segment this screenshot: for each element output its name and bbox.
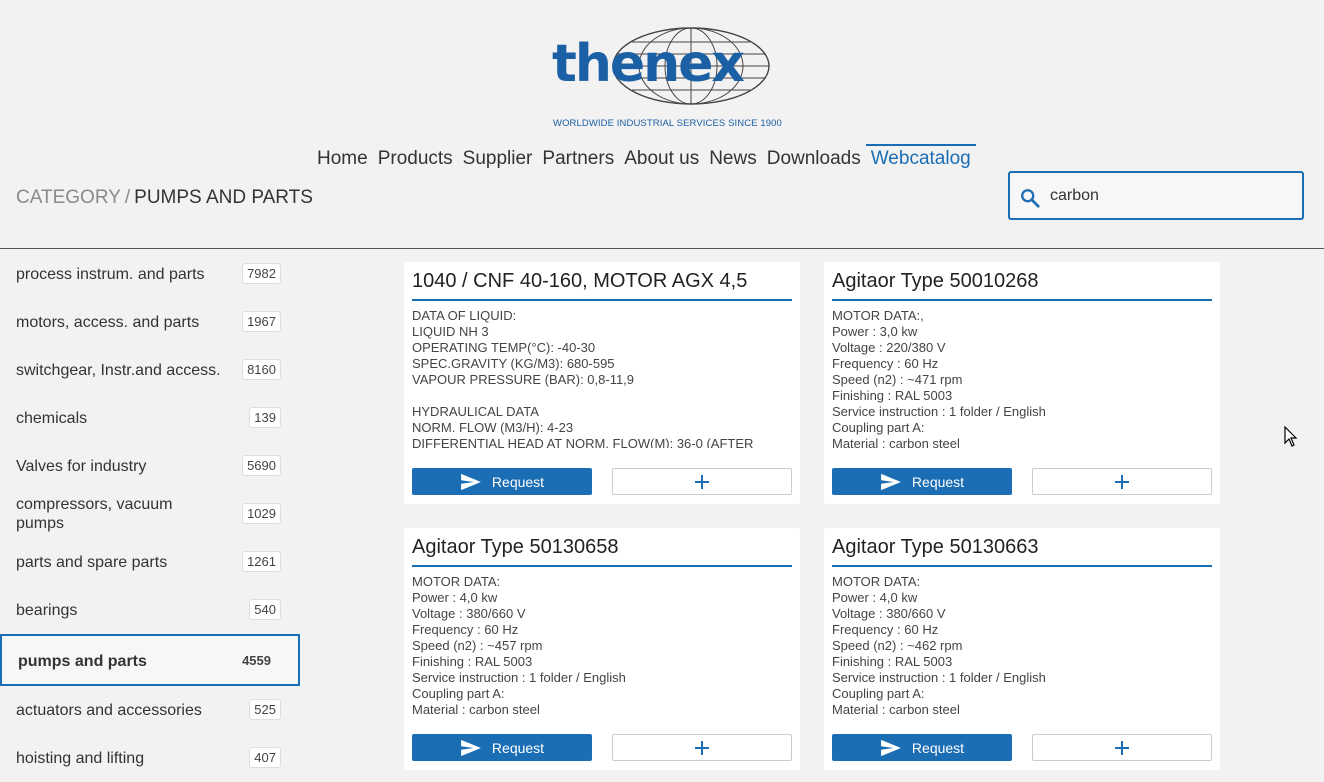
product-card: Agitaor Type 50130663 MOTOR DATA: Power … xyxy=(824,528,1220,770)
category-label: chemicals xyxy=(16,410,88,427)
category-label: switchgear, Instr.and access. xyxy=(16,362,221,379)
request-button[interactable]: Request xyxy=(412,468,592,495)
request-button[interactable]: Request xyxy=(412,734,592,761)
category-count-badge: 1029 xyxy=(242,503,281,524)
search-box xyxy=(1008,171,1304,220)
category-label: compressors, vacuum pumps xyxy=(16,496,173,532)
add-icon[interactable] xyxy=(612,468,792,495)
logo-tagline: WORLDWIDE INDUSTRIAL SERVICES SINCE 1900 xyxy=(553,118,782,129)
request-label: Request xyxy=(911,473,965,490)
product-card: Agitaor Type 50130658 MOTOR DATA: Power … xyxy=(404,528,800,770)
send-icon xyxy=(881,473,901,490)
nav-downloads[interactable]: Downloads xyxy=(762,146,866,175)
category-item[interactable]: motors, access. and parts 1967 xyxy=(0,298,300,346)
header-divider xyxy=(0,248,1324,249)
category-count-badge: 540 xyxy=(249,599,281,620)
product-description: DATA OF LIQUID: LIQUID NH 3 OPERATING TE… xyxy=(412,308,754,448)
breadcrumb-current: PUMPS AND PARTS xyxy=(134,187,313,208)
nav-home[interactable]: Home xyxy=(312,146,373,175)
nav-webcatalog[interactable]: Webcatalog xyxy=(865,144,976,175)
product-card: 1040 / CNF 40-160, MOTOR AGX 4,5 DATA OF… xyxy=(404,262,800,504)
category-item[interactable]: Valves for industry 5690 xyxy=(0,442,300,490)
breadcrumb-root[interactable]: CATEGORY xyxy=(16,187,121,208)
product-title[interactable]: 1040 / CNF 40-160, MOTOR AGX 4,5 xyxy=(412,270,792,301)
send-icon xyxy=(461,473,481,490)
category-item[interactable]: hoisting and lifting 407 xyxy=(0,734,300,782)
add-icon[interactable] xyxy=(1032,468,1212,495)
category-item[interactable]: switchgear, Instr.and access. 8160 xyxy=(0,346,300,394)
category-label: motors, access. and parts xyxy=(16,314,200,331)
category-item[interactable]: compressors, vacuum pumps 1029 xyxy=(0,490,300,538)
product-description: MOTOR DATA:, Power : 3,0 kw Voltage : 22… xyxy=(832,308,1046,448)
product-title[interactable]: Agitaor Type 50130658 xyxy=(412,536,792,567)
send-icon xyxy=(461,739,481,756)
send-icon xyxy=(881,739,901,756)
category-count-badge: 5690 xyxy=(242,455,281,476)
category-count-badge: 1261 xyxy=(242,551,281,572)
category-label: Valves for industry xyxy=(16,458,147,475)
request-label: Request xyxy=(491,739,545,756)
product-title[interactable]: Agitaor Type 50130663 xyxy=(832,536,1212,567)
nav-products[interactable]: Products xyxy=(373,146,458,175)
category-item[interactable]: bearings 540 xyxy=(0,586,300,634)
nav-news[interactable]: News xyxy=(704,146,762,175)
breadcrumb: CATEGORY / PUMPS AND PARTS xyxy=(16,187,313,209)
request-button[interactable]: Request xyxy=(832,468,1012,495)
category-label: bearings xyxy=(16,602,78,619)
mouse-cursor-icon xyxy=(1284,426,1298,447)
category-count-badge: 8160 xyxy=(242,359,281,380)
category-label: pumps and parts xyxy=(18,653,147,670)
product-description: MOTOR DATA: Power : 4,0 kw Voltage : 380… xyxy=(832,574,1046,714)
product-card: Agitaor Type 50010268 MOTOR DATA:, Power… xyxy=(824,262,1220,504)
category-count-badge: 1967 xyxy=(242,311,281,332)
category-label: hoisting and lifting xyxy=(16,750,145,767)
category-count-badge: 7982 xyxy=(242,263,281,284)
category-label: parts and spare parts xyxy=(16,554,168,571)
product-description: MOTOR DATA: Power : 4,0 kw Voltage : 380… xyxy=(412,574,626,714)
nav-supplier[interactable]: Supplier xyxy=(458,146,538,175)
add-icon[interactable] xyxy=(612,734,792,761)
search-input[interactable] xyxy=(1048,183,1292,209)
thenex-logo[interactable]: thenex WORLDWIDE INDUSTRIAL SERVICES SIN… xyxy=(550,24,782,130)
search-icon[interactable] xyxy=(1019,187,1041,209)
nav-partners[interactable]: Partners xyxy=(537,146,619,175)
category-count-badge: 525 xyxy=(249,699,281,720)
category-count-badge: 407 xyxy=(249,747,281,768)
category-label: actuators and accessories xyxy=(16,702,202,719)
main-nav: Home Products Supplier Partners About us… xyxy=(312,144,976,175)
request-button[interactable]: Request xyxy=(832,734,1012,761)
product-title[interactable]: Agitaor Type 50010268 xyxy=(832,270,1212,301)
category-item-active[interactable]: pumps and parts 4559 xyxy=(0,634,300,686)
category-count-badge: 139 xyxy=(249,407,281,428)
category-item[interactable]: parts and spare parts 1261 xyxy=(0,538,300,586)
category-count-badge: 4559 xyxy=(242,653,271,668)
nav-about-us[interactable]: About us xyxy=(619,146,704,175)
category-item[interactable]: process instrum. and parts 7982 xyxy=(0,250,300,298)
category-item[interactable]: actuators and accessories 525 xyxy=(0,686,300,734)
category-label: process instrum. and parts xyxy=(16,266,205,283)
add-icon[interactable] xyxy=(1032,734,1212,761)
breadcrumb-separator: / xyxy=(124,187,131,208)
logo-wordmark: thenex xyxy=(552,34,745,94)
request-label: Request xyxy=(491,473,545,490)
request-label: Request xyxy=(911,739,965,756)
category-item[interactable]: chemicals 139 xyxy=(0,394,300,442)
